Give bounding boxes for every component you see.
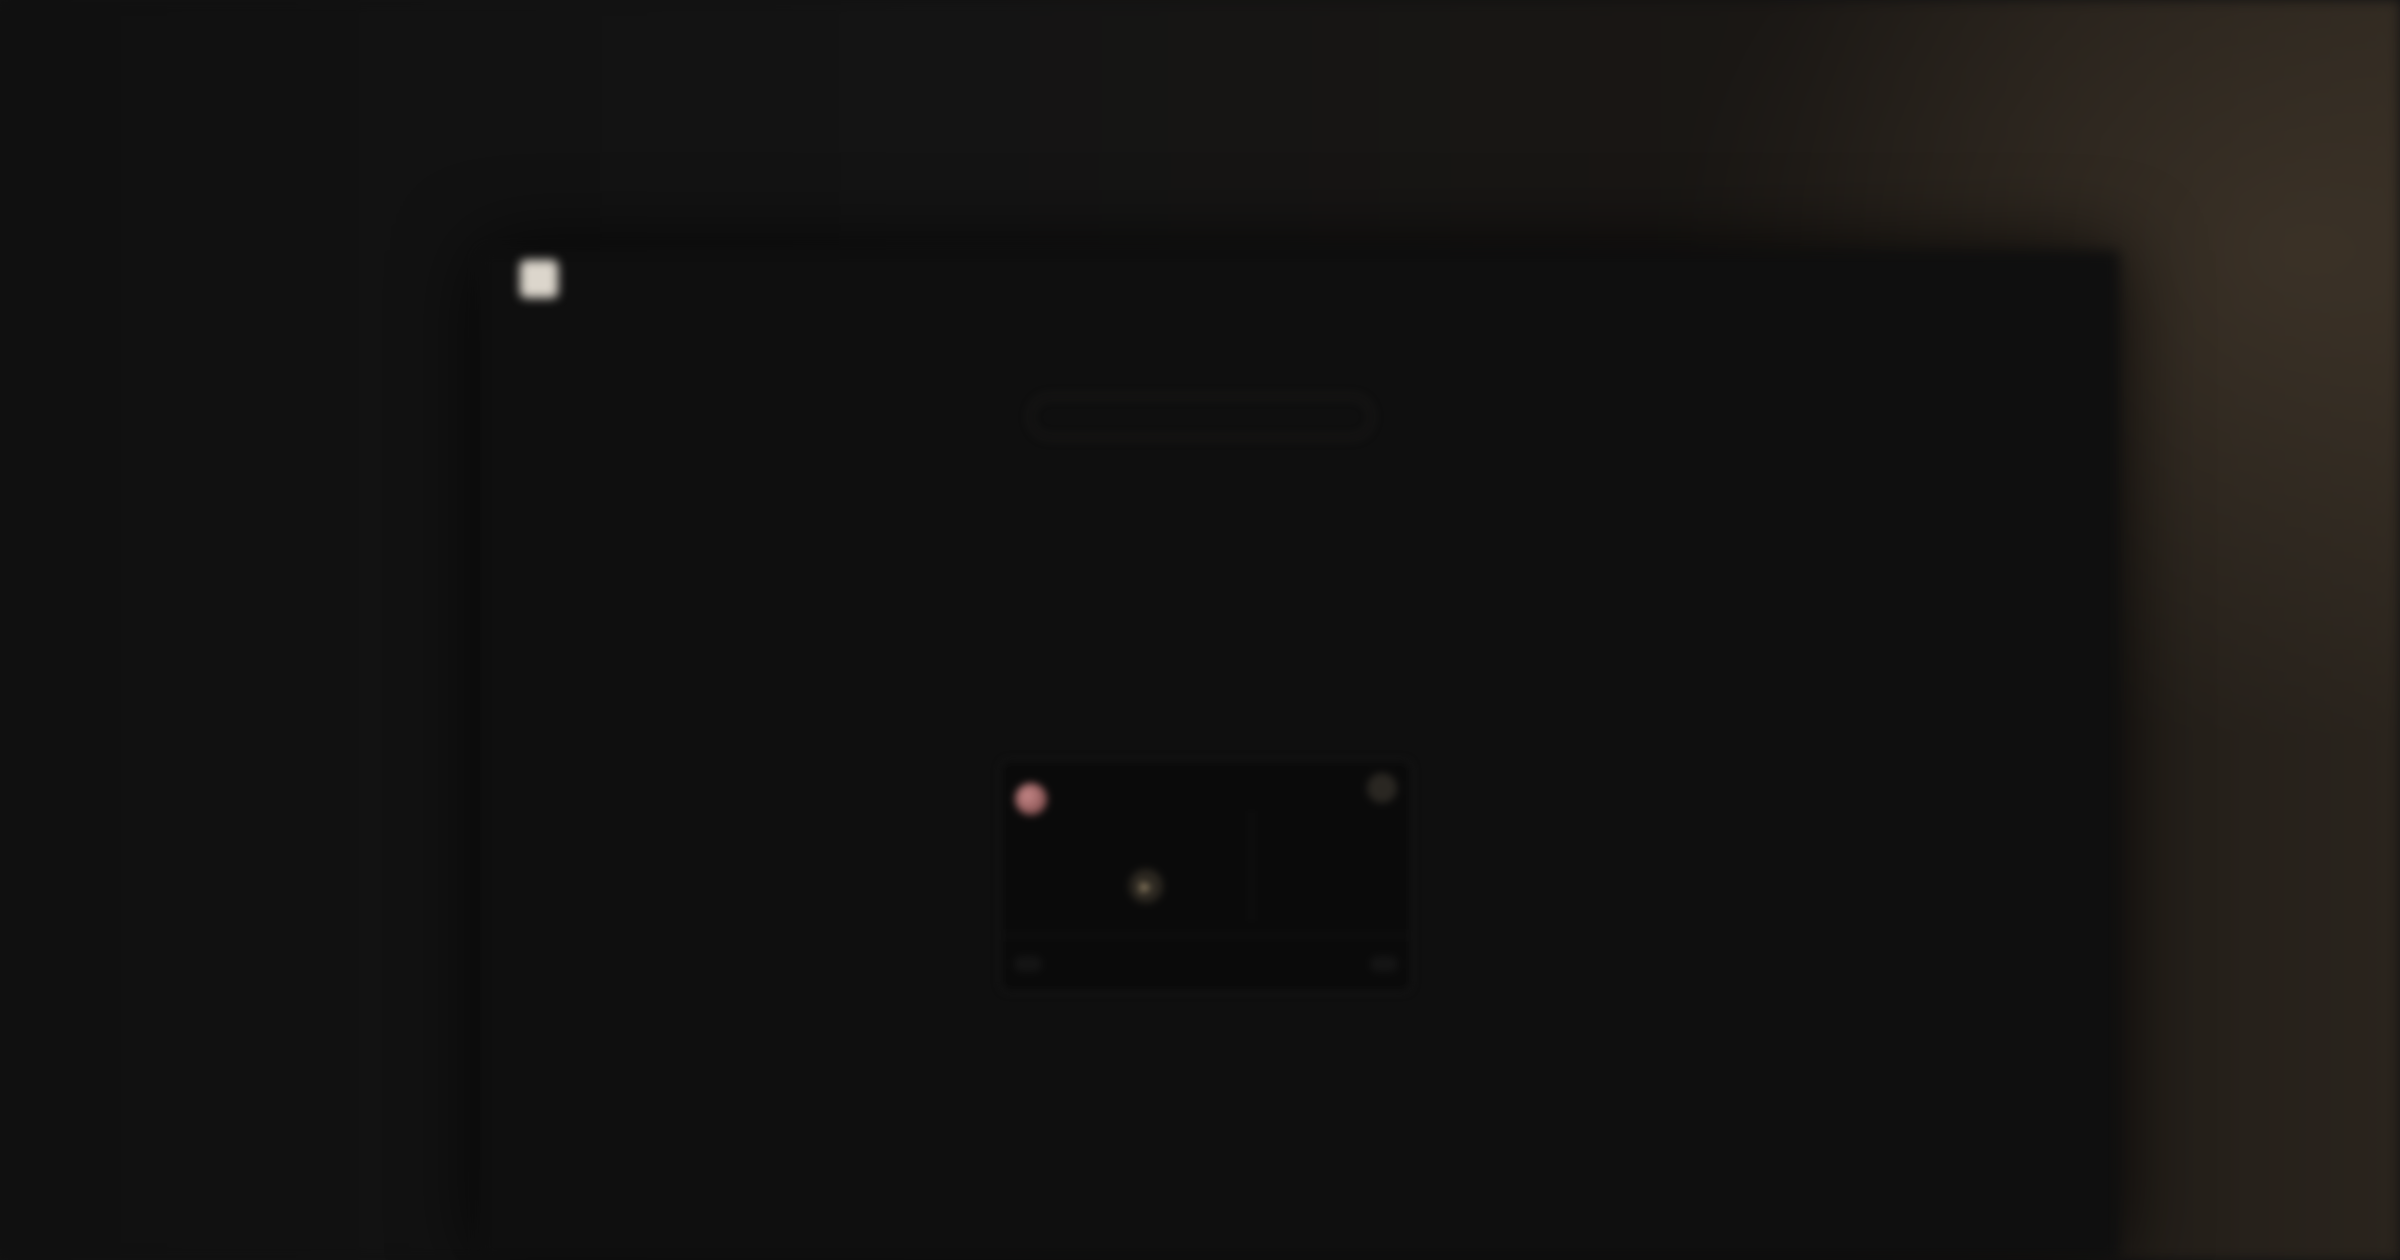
player-footer bbox=[1001, 935, 1411, 991]
badge-icon[interactable] bbox=[1367, 773, 1397, 803]
player-chip-left[interactable] bbox=[1015, 956, 1041, 971]
hero-link[interactable] bbox=[1140, 706, 1260, 734]
player-card[interactable]: ▶ bbox=[1000, 760, 1412, 992]
player-header bbox=[1015, 783, 1055, 815]
hero-eyebrow bbox=[1030, 396, 1372, 438]
logo-mark-icon bbox=[520, 260, 558, 298]
hero-headline bbox=[880, 486, 1520, 542]
player-chip-right[interactable] bbox=[1371, 956, 1397, 971]
brand-logo[interactable] bbox=[520, 260, 568, 298]
avatar bbox=[1015, 783, 1047, 815]
play-icon[interactable]: ▶ bbox=[1129, 869, 1163, 903]
player-divider bbox=[1251, 811, 1252, 921]
